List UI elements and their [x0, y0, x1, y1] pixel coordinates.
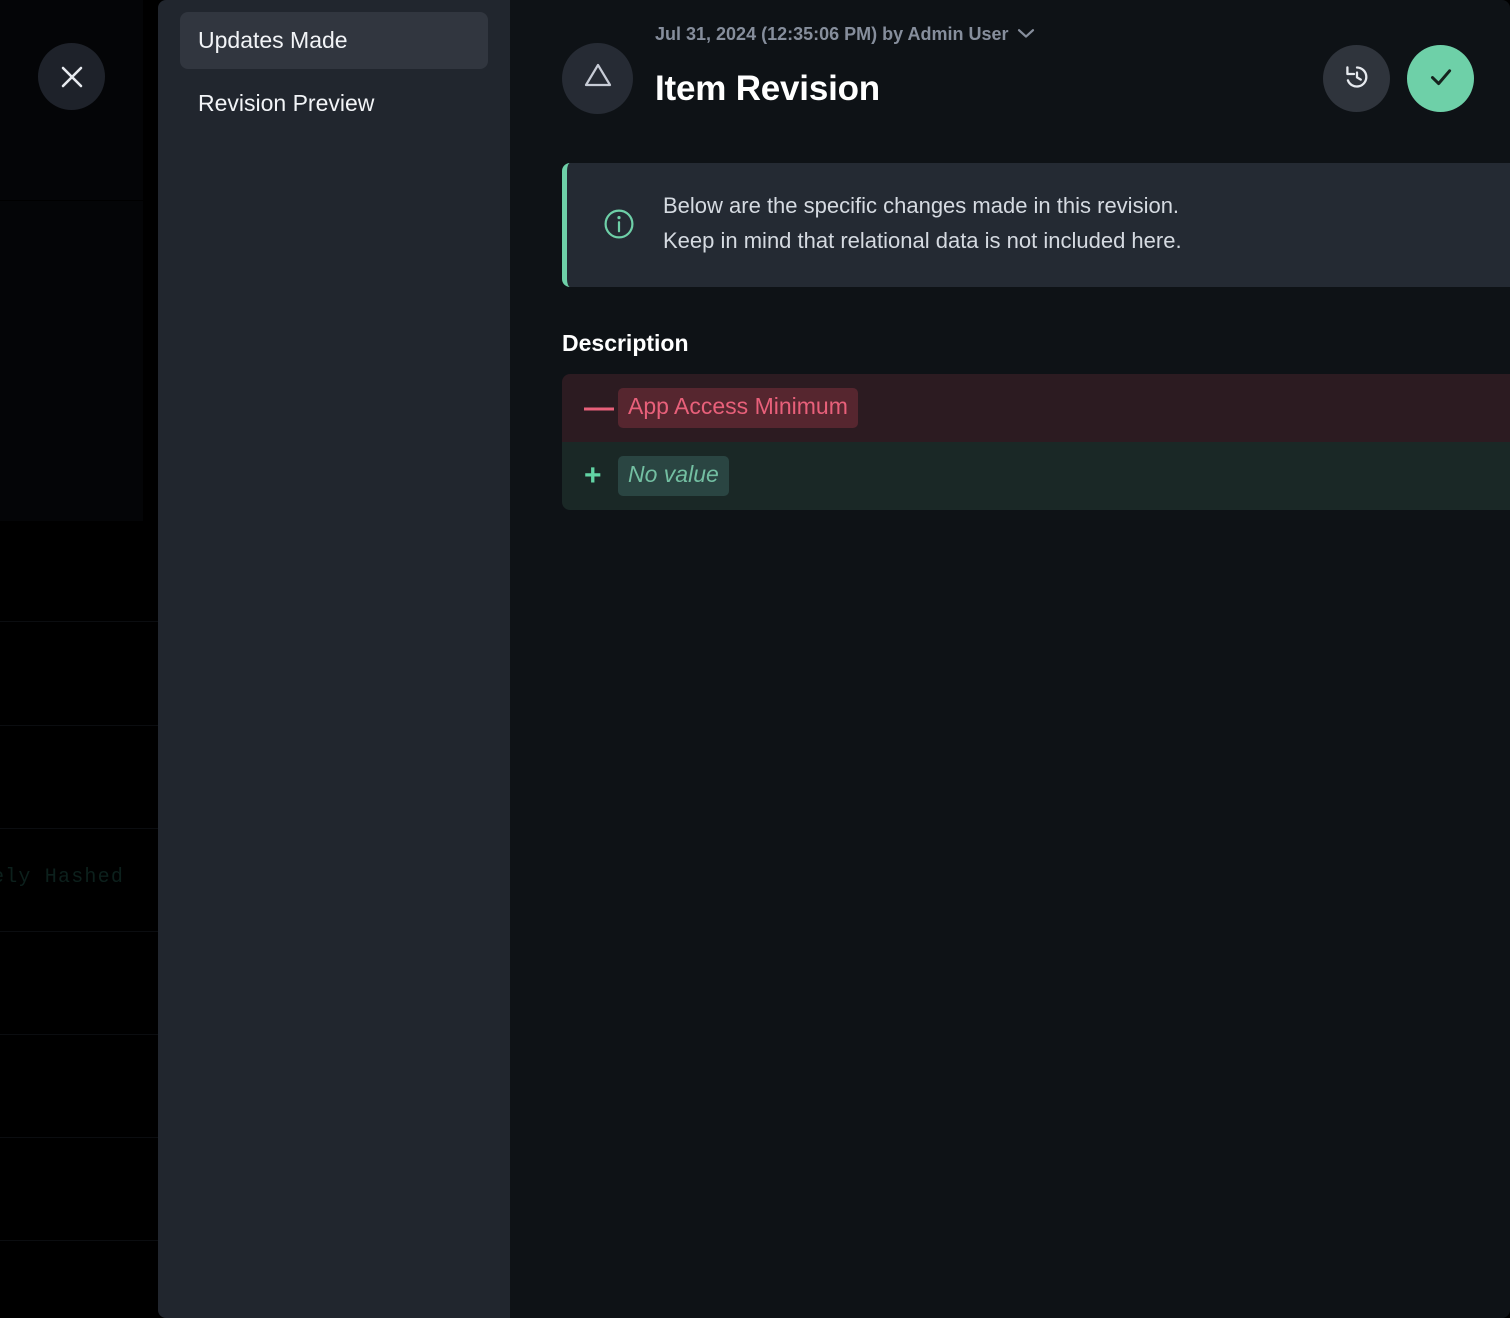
backdrop-row-list: ely Hashed [0, 0, 158, 1318]
info-banner-line-1: Below are the specific changes made in t… [663, 193, 1180, 218]
sidebar-item-updates-made[interactable]: Updates Made [180, 12, 488, 69]
confirm-button[interactable] [1407, 44, 1474, 112]
header-actions [1323, 44, 1474, 112]
revision-drawer: Updates Made Revision Preview Jul 31, 20… [158, 0, 1510, 1318]
info-banner-line-2: Keep in mind that relational data is not… [663, 227, 1182, 253]
diff-row-added: + No value [562, 441, 1510, 510]
revision-drawer-screen: ely Hashed Updates Made Revision Preview [0, 0, 1510, 1318]
diff-minus-icon: — [584, 390, 614, 424]
avatar [562, 42, 633, 114]
backdrop-ghost-text: ely Hashed [0, 866, 125, 889]
diff-old-value: App Access Minimum [618, 388, 858, 428]
history-revert-icon [1341, 61, 1373, 96]
drawer-main-content: Jul 31, 2024 (12:35:06 PM) by Admin User… [510, 0, 1510, 1318]
drawer-header: Jul 31, 2024 (12:35:06 PM) by Admin User… [562, 24, 1474, 126]
info-circle-icon [601, 206, 637, 242]
backdrop-row [0, 1138, 158, 1241]
chevron-down-icon [1017, 26, 1035, 44]
header-title-column: Jul 31, 2024 (12:35:06 PM) by Admin User… [655, 24, 1323, 131]
revision-meta-text: Jul 31, 2024 (12:35:06 PM) by Admin User [655, 24, 1009, 45]
close-icon [59, 64, 85, 90]
check-icon [1425, 61, 1457, 96]
info-banner: Below are the specific changes made in t… [562, 163, 1510, 287]
triangle-icon [583, 62, 613, 94]
diff-block-description: — App Access Minimum + No value [562, 374, 1510, 510]
diff-plus-icon: + [584, 458, 602, 492]
diff-new-value: No value [618, 455, 729, 496]
backdrop-row [0, 622, 158, 726]
field-label-description: Description [562, 330, 689, 356]
backdrop-row [0, 1035, 158, 1138]
backdrop-row [0, 726, 158, 829]
close-drawer-button[interactable] [38, 43, 105, 110]
revision-meta-dropdown[interactable]: Jul 31, 2024 (12:35:06 PM) by Admin User [655, 24, 1035, 45]
page-title: Item Revision [655, 68, 880, 108]
backdrop-row [0, 932, 158, 1035]
backdrop-row [0, 201, 143, 521]
info-banner-text: Below are the specific changes made in t… [663, 189, 1182, 259]
drawer-sidebar: Updates Made Revision Preview [158, 0, 510, 1318]
diff-row-removed: — App Access Minimum [562, 374, 1510, 442]
backdrop-row [0, 521, 158, 622]
revert-button[interactable] [1323, 44, 1390, 112]
sidebar-item-revision-preview[interactable]: Revision Preview [180, 75, 488, 132]
